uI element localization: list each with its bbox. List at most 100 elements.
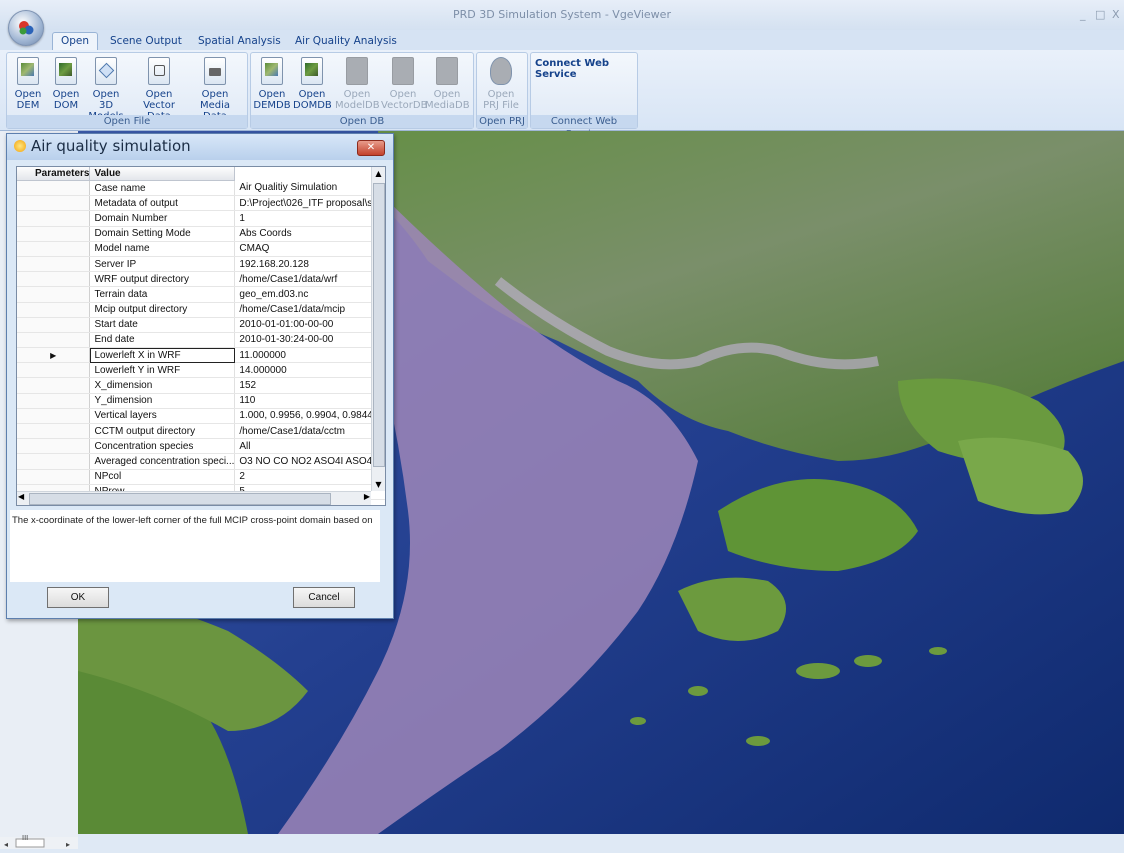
table-row[interactable]: Lowerleft Y in WRF 14.000000 [17,362,385,379]
parameter-value-cell[interactable]: geo_em.d03.nc [234,286,385,303]
open-demdb-button[interactable]: Open DEMDB [253,57,291,111]
ok-button[interactable]: OK [47,587,109,608]
open-modeldb-button[interactable]: Open ModelDB [335,57,380,111]
grid-vertical-scrollbar[interactable]: ▲ ▼ [371,167,385,491]
scroll-right-icon[interactable]: ▶ [364,492,370,501]
parameter-value-cell[interactable]: 110 [234,393,385,409]
parameter-value-cell[interactable]: /home/Case1/data/wrf [234,271,385,288]
open-dom-button[interactable]: Open DOM [47,57,85,111]
table-row[interactable]: Concentration species All [17,438,385,455]
row-selector[interactable] [17,469,91,485]
close-icon[interactable]: X [1112,8,1120,21]
scroll-down-icon[interactable]: ▼ [372,478,385,491]
open-mediadb-button[interactable]: Open MediaDB [425,57,470,111]
table-row[interactable]: Model name CMAQ [17,241,385,257]
row-selector[interactable] [17,241,91,257]
parameter-value-cell[interactable]: /home/Case1/data/cctm [234,423,385,440]
parameter-name-cell[interactable]: Concentration species [89,438,236,455]
parameter-value-cell[interactable]: 14.000000 [234,362,385,379]
parameter-name-cell[interactable]: Lowerleft X in WRF [89,347,236,364]
table-row[interactable]: Y_dimension 110 [17,393,385,409]
parameter-name-cell[interactable]: Averaged concentration speci... [89,453,236,470]
parameter-value-cell[interactable]: All [234,438,385,455]
tab-air-quality-analysis[interactable]: Air Quality Analysis [287,33,405,50]
tab-open[interactable]: Open [52,32,99,50]
parameter-value-cell[interactable]: 2010-01-30:24-00-00 [234,332,385,349]
parameter-name-cell[interactable]: Metadata of output [89,195,236,212]
parameter-value-cell[interactable]: O3 NO CO NO2 ASO4I ASO4J NH3 [234,453,385,470]
row-selector[interactable] [17,271,91,288]
parameter-value-cell[interactable]: /home/Case1/data/mcip [234,302,385,318]
table-row[interactable]: Terrain data geo_em.d03.nc [17,286,385,303]
parameter-name-cell[interactable]: Domain Setting Mode [89,226,236,242]
parameter-value-cell[interactable]: CMAQ [234,241,385,257]
parameter-value-cell[interactable]: Air Qualitiy Simulation [234,180,385,197]
table-row[interactable]: WRF output directory/home/Case1/data/wrf [17,271,385,288]
row-selector[interactable] [17,393,91,409]
table-row[interactable]: Mcip output directory/home/Case1/data/mc… [17,302,385,318]
parameter-value-cell[interactable]: 1.000, 0.9956, 0.9904, 0.9844, 0.9763, 0… [234,408,385,425]
parameter-name-cell[interactable]: End date [89,332,236,349]
table-row[interactable]: Case name Air Qualitiy Simulation [17,180,385,197]
restore-icon[interactable]: □ [1095,8,1105,21]
row-selector[interactable] [17,286,91,303]
parameter-name-cell[interactable]: Y_dimension [89,393,236,409]
row-selector[interactable] [17,302,91,318]
app-menu-button[interactable] [8,10,44,46]
parameter-value-cell[interactable]: D:\Project\026_ITF proposal\software\dat… [234,195,385,212]
parameter-name-cell[interactable]: Model name [89,241,236,257]
connect-web-service-button[interactable]: Connect Web Service [535,58,637,80]
table-row[interactable]: CCTM output directory/home/Case1/data/cc… [17,423,385,440]
row-selector[interactable] [17,377,91,394]
table-row[interactable]: X_dimension 152 [17,377,385,394]
row-selector[interactable] [17,317,91,333]
h-scroll-thumb[interactable] [29,493,331,505]
parameter-name-cell[interactable]: Terrain data [89,286,236,303]
row-selector[interactable] [17,256,91,273]
dialog-close-button[interactable]: ✕ [357,140,385,156]
table-row[interactable]: Vertical layers 1.000, 0.9956, 0.9904, 0.… [17,408,385,425]
row-selector[interactable]: ▶ [17,347,91,364]
row-selector[interactable] [17,180,91,197]
parameter-value-cell[interactable]: 192.168.20.128 [234,256,385,273]
parameter-value-cell[interactable]: 2010-01-01:00-00-00 [234,317,385,333]
row-selector[interactable] [17,362,91,379]
row-selector[interactable] [17,195,91,212]
row-selector[interactable] [17,226,91,242]
parameter-name-cell[interactable]: X_dimension [89,377,236,394]
parameter-name-cell[interactable]: Vertical layers [89,408,236,425]
parameter-name-cell[interactable]: Lowerleft Y in WRF [89,362,236,379]
table-row[interactable]: Server IP 192.168.20.128 [17,256,385,273]
open-prj-file-button[interactable]: Open PRJ File [482,57,520,111]
parameter-name-cell[interactable]: Start date [89,317,236,333]
open-vector-data-button[interactable]: OpenVector Data [133,57,185,122]
parameter-value-cell[interactable]: 11.000000 [234,347,385,364]
parameter-value-cell[interactable]: 2 [234,469,385,485]
grid-horizontal-scrollbar[interactable]: ◀ ▶ [17,491,371,505]
map-horizontal-scrollbar[interactable]: ◂ ▸ III [0,834,78,849]
cancel-button[interactable]: Cancel [293,587,355,608]
row-selector[interactable] [17,210,91,227]
column-header-parameters[interactable]: Parameters [17,167,91,181]
tab-spatial-analysis[interactable]: Spatial Analysis [190,33,289,50]
parameter-name-cell[interactable]: NPcol [89,469,236,485]
table-row[interactable]: Domain Number 1 [17,210,385,227]
scroll-left-icon[interactable]: ◀ [18,492,24,501]
open-media-data-button[interactable]: OpenMedia Data [187,57,243,122]
column-header-value[interactable]: Value [89,167,236,181]
parameter-value-cell[interactable]: 152 [234,377,385,394]
table-row[interactable]: Domain Setting Mode Abs Coords [17,226,385,242]
table-row[interactable]: NPcol 2 [17,469,385,485]
row-selector[interactable] [17,423,91,440]
parameter-value-cell[interactable]: 1 [234,210,385,227]
tab-scene-output[interactable]: Scene Output [102,33,190,50]
table-row[interactable]: ▶ Lowerleft X in WRF 11.000000 [17,347,385,364]
open-3d-models-button[interactable]: Open 3DModels [87,57,125,122]
parameter-value-cell[interactable]: Abs Coords [234,226,385,242]
row-selector[interactable] [17,332,91,349]
scroll-up-icon[interactable]: ▲ [372,167,385,180]
open-dem-button[interactable]: Open DEM [9,57,47,111]
row-selector[interactable] [17,453,91,470]
open-vectordb-button[interactable]: Open VectorDB [381,57,427,111]
row-selector[interactable] [17,408,91,425]
